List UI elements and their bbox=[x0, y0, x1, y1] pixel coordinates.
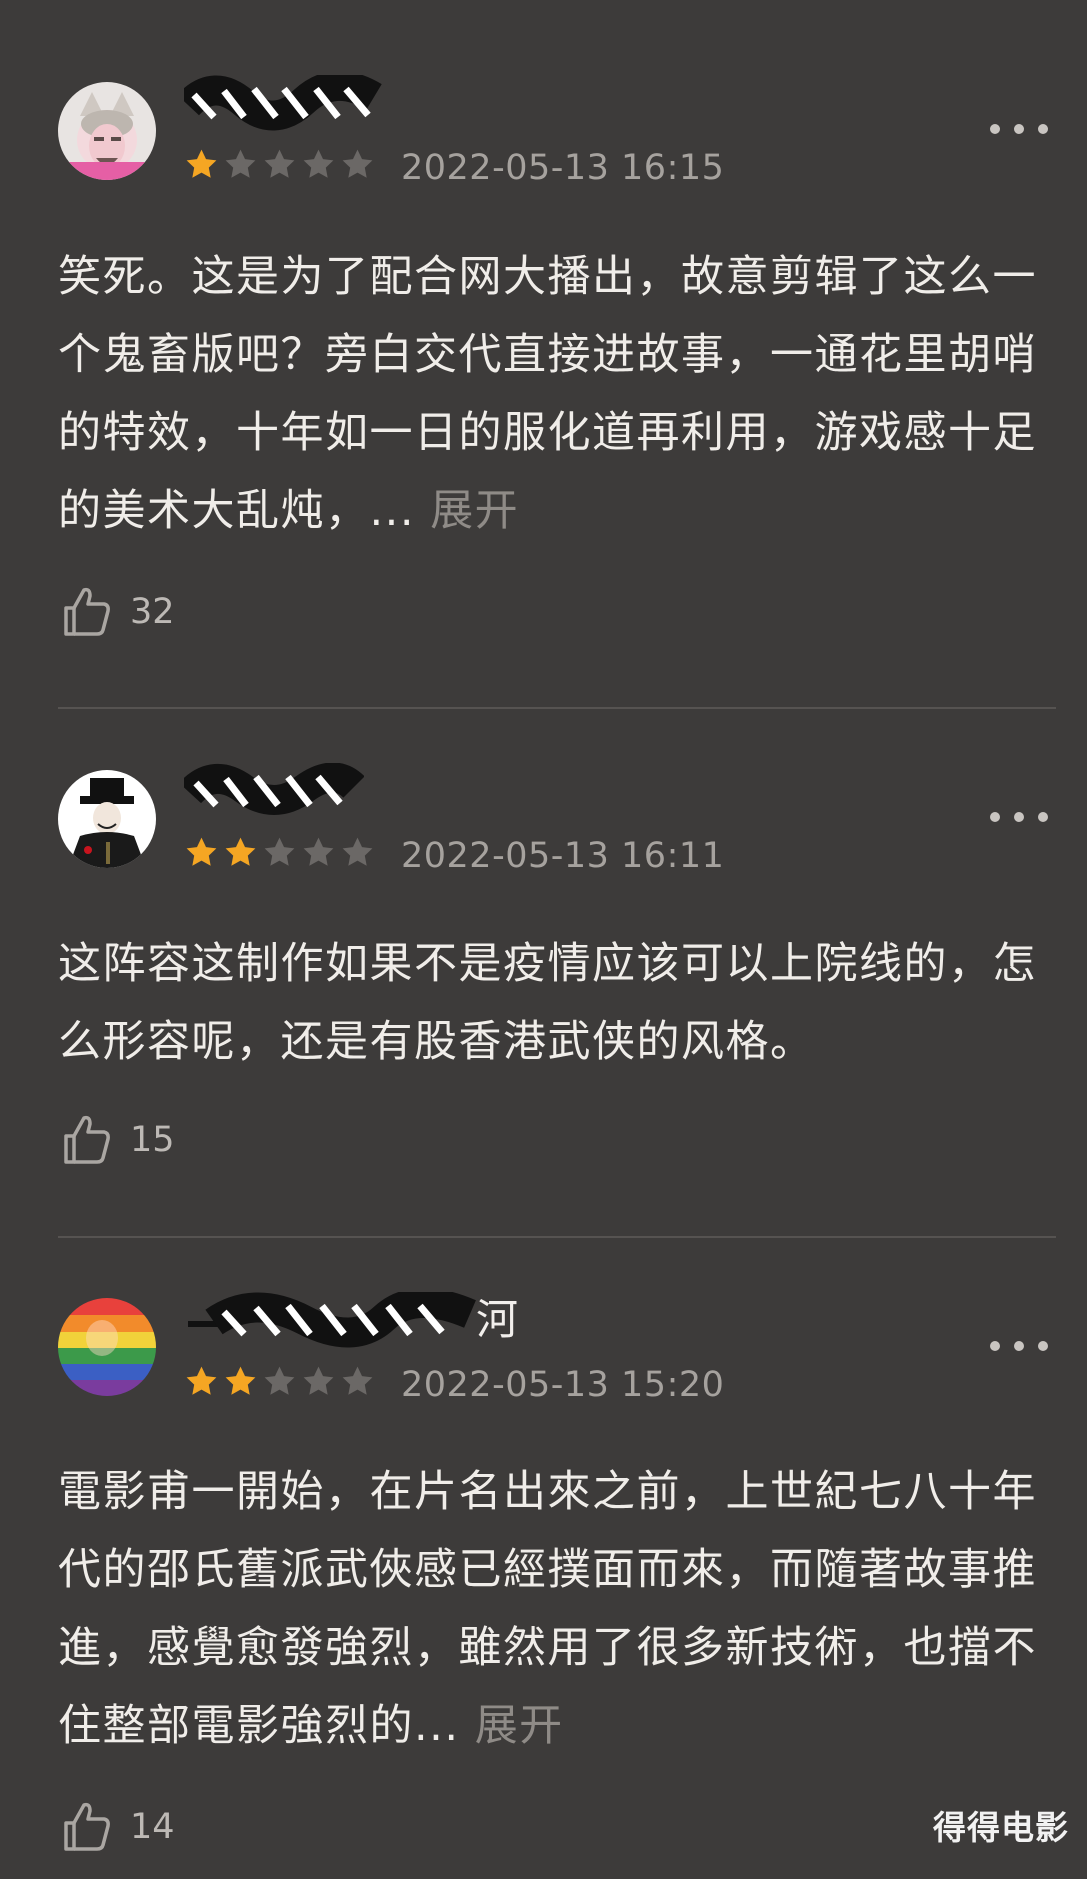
thumbs-up-icon bbox=[64, 1115, 110, 1164]
like-count: 14 bbox=[130, 1807, 175, 1847]
star-empty-icon bbox=[262, 147, 297, 182]
review-body: 笑死。这是为了配合网大播出，故意剪辑了这么一个鬼畜版吧？旁白交代直接进故事，一通… bbox=[58, 252, 1037, 536]
redaction-scribble bbox=[188, 1292, 476, 1348]
like-count: 32 bbox=[130, 592, 175, 632]
star-filled-icon bbox=[223, 1364, 258, 1399]
review-text: 電影甫一開始，在片名出來之前，上世紀七八十年代的邵氏舊派武俠感已經撲面而來，而隨… bbox=[58, 1453, 1068, 1765]
star-empty-icon bbox=[340, 147, 375, 182]
star-empty-icon bbox=[262, 1364, 297, 1399]
star-filled-icon bbox=[184, 147, 219, 182]
review-timestamp: 2022-05-13 16:11 bbox=[401, 836, 725, 876]
more-options-button[interactable] bbox=[990, 802, 1048, 832]
star-empty-icon bbox=[340, 1364, 375, 1399]
like-button[interactable]: 32 bbox=[62, 584, 175, 640]
star-empty-icon bbox=[223, 147, 258, 182]
redaction-scribble bbox=[184, 75, 382, 131]
divider bbox=[58, 1236, 1056, 1238]
review-body: 这阵容这制作如果不是疫情应该可以上院线的，怎么形容呢，还是有股香港武侠的风格。 bbox=[58, 939, 1037, 1067]
review-timestamp: 2022-05-13 15:20 bbox=[401, 1365, 725, 1405]
rating-stars bbox=[184, 835, 375, 871]
like-count: 15 bbox=[130, 1120, 175, 1160]
star-filled-icon bbox=[184, 835, 219, 870]
watermark: 得得电影 bbox=[933, 1808, 1069, 1847]
divider bbox=[58, 707, 1056, 709]
more-options-button[interactable] bbox=[990, 1331, 1048, 1361]
star-empty-icon bbox=[262, 835, 297, 870]
like-button[interactable]: 15 bbox=[62, 1112, 175, 1168]
review-text: 笑死。这是为了配合网大播出，故意剪辑了这么一个鬼畜版吧？旁白交代直接进故事，一通… bbox=[58, 238, 1068, 550]
expand-link[interactable]: 展开 bbox=[475, 1701, 564, 1751]
review-text: 这阵容这制作如果不是疫情应该可以上院线的，怎么形容呢，还是有股香港武侠的风格。 bbox=[58, 925, 1068, 1081]
thumbs-up-icon bbox=[64, 587, 110, 636]
star-filled-icon bbox=[223, 835, 258, 870]
avatar[interactable] bbox=[58, 82, 156, 180]
star-empty-icon bbox=[340, 835, 375, 870]
more-dots-icon bbox=[990, 1341, 1000, 1351]
avatar[interactable] bbox=[58, 770, 156, 868]
more-dots-icon bbox=[990, 124, 1000, 134]
star-empty-icon bbox=[301, 147, 336, 182]
star-empty-icon bbox=[301, 1364, 336, 1399]
username[interactable]: 河 bbox=[184, 1292, 518, 1348]
review-timestamp: 2022-05-13 16:15 bbox=[401, 148, 725, 188]
thumbs-up-icon bbox=[64, 1802, 110, 1851]
more-options-button[interactable] bbox=[990, 114, 1048, 144]
rating-stars bbox=[184, 1364, 375, 1400]
rating-stars bbox=[184, 147, 375, 183]
star-filled-icon bbox=[184, 1364, 219, 1399]
star-empty-icon bbox=[301, 835, 336, 870]
avatar[interactable] bbox=[58, 1298, 156, 1396]
like-button[interactable]: 14 bbox=[62, 1799, 175, 1855]
expand-link[interactable]: 展开 bbox=[430, 486, 519, 536]
more-dots-icon bbox=[990, 812, 1000, 822]
redaction-scribble bbox=[184, 763, 364, 815]
